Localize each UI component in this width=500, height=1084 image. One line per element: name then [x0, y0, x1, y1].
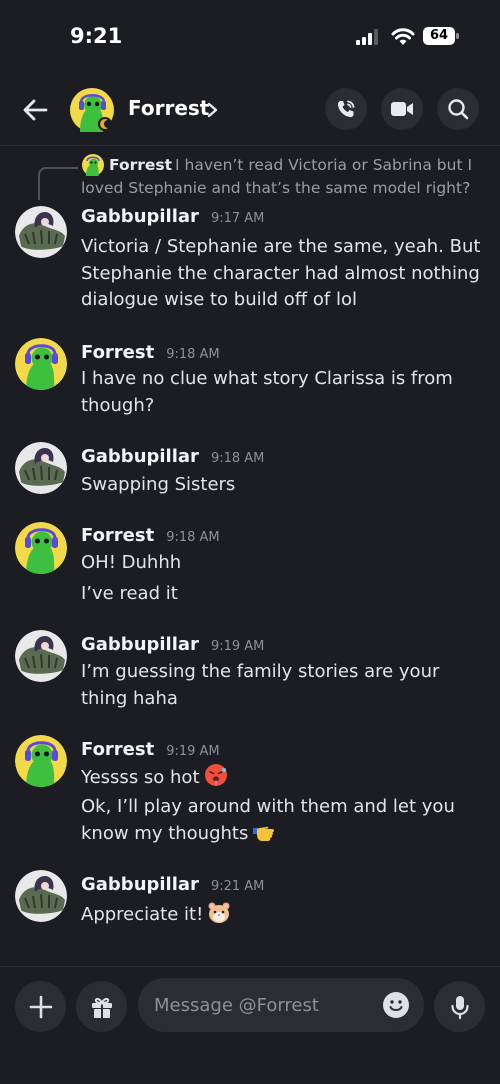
search-icon: [448, 99, 469, 120]
battery-level: 64: [429, 28, 449, 43]
message-text: I’m guessing the family stories are your…: [81, 661, 440, 709]
message-timestamp: 9:18 AM: [210, 451, 265, 466]
voice-message-button[interactable]: [434, 981, 485, 1032]
gift-button[interactable]: [76, 981, 127, 1032]
message-timestamp: 9:19 AM: [166, 744, 220, 759]
phone-icon: [338, 100, 355, 117]
message-timestamp: 9:19 AM: [210, 639, 265, 654]
message-composer: [0, 966, 500, 1084]
wifi-icon: [391, 28, 415, 45]
back-arrow-icon[interactable]: [20, 94, 52, 126]
message-text: Appreciate it!: [81, 904, 204, 925]
avatar-gabbupillar[interactable]: [15, 442, 67, 494]
message-header: Gabbupillar 9:17 AM: [81, 206, 264, 227]
chat-header: Forrest: [0, 72, 500, 146]
add-attachment-button[interactable]: [15, 981, 66, 1032]
message-header: Gabbupillar 9:21 AM: [81, 874, 264, 895]
plus-icon: [29, 995, 52, 1018]
message-author[interactable]: Forrest: [81, 525, 154, 546]
message-input-container[interactable]: [138, 978, 424, 1032]
reply-connector: [38, 167, 78, 200]
avatar-forrest[interactable]: [15, 338, 67, 390]
chevron-right-icon[interactable]: [206, 99, 220, 121]
message-list[interactable]: Forrest I haven’t read Victoria or Sabrin…: [0, 146, 500, 966]
gift-icon: [91, 997, 112, 1018]
message-text: I have no clue what story Clarissa is fr…: [81, 368, 453, 416]
message-author[interactable]: Gabbupillar: [81, 206, 199, 227]
message-header: Forrest 9:19 AM: [81, 739, 220, 760]
message-timestamp: 9:21 AM: [210, 879, 265, 894]
message-text: I’ve read it: [81, 583, 178, 604]
avatar-forrest[interactable]: [15, 522, 67, 574]
message-text: Victoria / Stephanie are the same, yeah.…: [81, 236, 481, 310]
avatar-forrest[interactable]: [15, 735, 67, 787]
hot-face-emoji-icon: [204, 764, 227, 786]
header-title[interactable]: Forrest: [128, 96, 209, 120]
message-line: Ok, I’ll play around with them and let y…: [81, 794, 491, 847]
message-header: Forrest 9:18 AM: [81, 525, 220, 546]
reply-author: Forrest: [109, 156, 173, 174]
smile-icon[interactable]: [382, 991, 410, 1019]
message-header: Forrest 9:18 AM: [81, 342, 220, 363]
message-input[interactable]: [154, 978, 374, 1032]
message-author[interactable]: Forrest: [81, 342, 154, 363]
video-camera-icon: [391, 102, 413, 116]
video-call-button[interactable]: [381, 88, 423, 130]
message-author[interactable]: Gabbupillar: [81, 874, 199, 895]
search-button[interactable]: [437, 88, 479, 130]
status-time: 9:21: [70, 24, 123, 48]
message-author[interactable]: Forrest: [81, 739, 154, 760]
signal-icon: [356, 29, 378, 45]
message-text: OH! Duhhh: [81, 552, 182, 573]
avatar-gabbupillar[interactable]: [15, 206, 67, 258]
message-timestamp: 9:18 AM: [166, 530, 220, 545]
message-author[interactable]: Gabbupillar: [81, 634, 199, 655]
message-text: Swapping Sisters: [81, 474, 236, 495]
battery-icon: 64: [423, 27, 459, 45]
voice-call-button[interactable]: [325, 88, 367, 130]
status-bar: 9:21 64: [0, 0, 500, 72]
message-line: Appreciate it!: [81, 900, 491, 929]
microphone-icon: [450, 995, 469, 1019]
message-text: Yessss so hot: [81, 767, 200, 788]
avatar-forrest[interactable]: [70, 88, 114, 132]
message-line: Yessss so hot: [81, 763, 491, 792]
hamster-emoji-icon: [208, 902, 230, 923]
message-author[interactable]: Gabbupillar: [81, 446, 199, 467]
avatar-gabbupillar[interactable]: [15, 630, 67, 682]
message-timestamp: 9:18 AM: [166, 347, 220, 362]
pointing-hand-emoji-icon: [253, 826, 275, 841]
message-header: Gabbupillar 9:18 AM: [81, 446, 264, 467]
avatar-gabbupillar[interactable]: [15, 870, 67, 922]
message-timestamp: 9:17 AM: [210, 211, 265, 226]
message-header: Gabbupillar 9:19 AM: [81, 634, 264, 655]
